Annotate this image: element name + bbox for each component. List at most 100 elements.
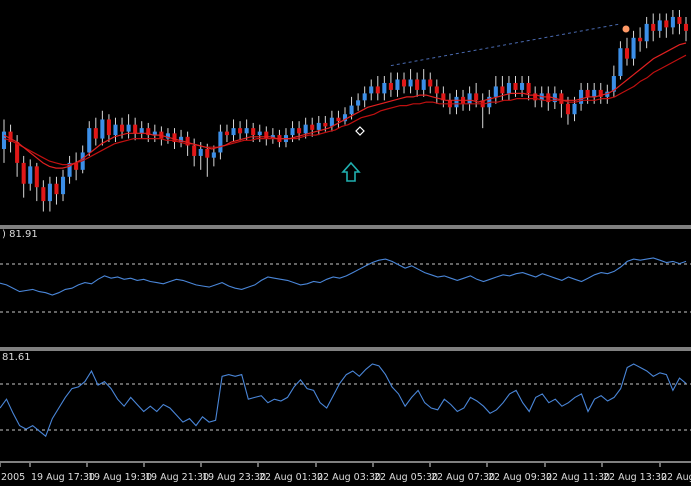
candle-body	[100, 119, 105, 139]
candle-body	[533, 93, 538, 101]
candle-body	[624, 48, 630, 59]
candle-body	[316, 122, 321, 130]
candle-body	[572, 103, 577, 115]
panel-separators	[0, 225, 691, 463]
time-axis-label: 22 Aug 11:30	[546, 472, 610, 483]
candle-body	[310, 124, 315, 130]
candle-body	[644, 23, 649, 42]
candle-body	[336, 117, 341, 122]
time-axis-label: 22 Aug 13:30	[603, 472, 667, 483]
candle-body	[618, 48, 623, 77]
candle-body	[683, 23, 689, 31]
time-axis: 2005 19 Aug 17:3019 Aug 19:3019 Aug 21:30…	[0, 463, 691, 483]
indicator2-panel	[0, 363, 691, 438]
time-axis-label: 19 Aug 19:30	[88, 472, 152, 483]
candle-body	[375, 86, 380, 94]
candle-body	[251, 128, 256, 136]
time-axis-label: 2005	[1, 472, 25, 483]
candle-body	[21, 162, 26, 184]
indicator1-panel	[0, 257, 691, 313]
candle-body	[323, 122, 328, 127]
candle-body	[638, 37, 643, 42]
candle-body	[28, 166, 33, 184]
candle-body	[1, 131, 7, 149]
candle-body	[415, 79, 420, 90]
candle-body	[631, 37, 636, 59]
candle-body	[670, 16, 675, 28]
moving-averages	[3, 42, 687, 169]
time-axis-label: 22 Aug 09:30	[488, 472, 552, 483]
candle-body	[559, 93, 564, 104]
candle-body	[369, 86, 374, 94]
candle-body	[93, 128, 98, 139]
candle-body	[677, 16, 682, 24]
candle-body	[264, 131, 269, 139]
candle-body	[565, 103, 570, 115]
candle-body	[520, 82, 525, 90]
candle-body	[408, 79, 413, 87]
candle-body	[395, 79, 400, 90]
candle-body	[592, 89, 597, 97]
candle-body	[290, 128, 295, 136]
candle-body	[41, 187, 46, 202]
candle-body	[382, 82, 387, 94]
candle-body	[493, 86, 498, 97]
candle-body	[474, 93, 479, 101]
candle-body	[139, 128, 144, 134]
candle-body	[664, 20, 669, 28]
candle-body	[651, 23, 656, 31]
candle-body	[467, 93, 472, 104]
candle-body	[388, 82, 393, 90]
moving-average-fast	[3, 42, 687, 169]
candle-body	[34, 166, 39, 188]
candle-body	[238, 128, 243, 134]
top-signal-marker-icon	[622, 25, 630, 33]
candle-body	[224, 131, 229, 136]
indicator2-label: 81.61	[2, 352, 31, 363]
candle-body	[362, 93, 367, 101]
trend-line	[390, 23, 621, 67]
candle-body	[113, 124, 118, 136]
candle-body	[428, 79, 433, 87]
candle-body	[60, 176, 66, 195]
candle-body	[454, 96, 459, 108]
candle-body	[500, 86, 505, 94]
time-axis-label: 19 Aug 17:30	[31, 472, 95, 483]
candle-body	[349, 105, 354, 115]
time-axis-label: 19 Aug 23:30	[202, 472, 266, 483]
up-arrow-icon	[341, 161, 361, 182]
candle-body	[434, 86, 439, 94]
candle-body	[244, 128, 249, 134]
time-axis-label: 22 Aug 07:30	[431, 472, 495, 483]
candle-body	[401, 79, 407, 87]
candle-body	[133, 124, 138, 134]
candle-body	[297, 128, 302, 134]
candle-body	[87, 128, 92, 153]
candle-body	[47, 183, 52, 202]
trend-line-dashed	[390, 23, 621, 67]
candle-body	[54, 183, 59, 195]
price-chart: 2005 19 Aug 17:3019 Aug 19:3019 Aug 21:30…	[0, 10, 691, 483]
time-axis-label: 19 Aug 21:30	[145, 472, 209, 483]
candle-body	[526, 82, 531, 94]
candles	[1, 10, 689, 212]
indicator2-line	[0, 363, 687, 438]
candle-body	[303, 124, 308, 134]
candle-body	[421, 79, 426, 90]
candle-body	[198, 148, 203, 156]
candle-body	[126, 124, 131, 132]
candle-body	[231, 128, 236, 136]
candle-body	[218, 131, 223, 153]
time-axis-label: 22 Aug 05:30	[374, 472, 438, 483]
candle-body	[657, 20, 662, 31]
candle-body	[106, 119, 111, 136]
candle-body	[257, 131, 262, 136]
chart-window: 2005 19 Aug 17:30 19 Aug 19:30 19 Aug 21:30…	[0, 0, 691, 486]
candle-body	[506, 82, 511, 94]
candle-body	[356, 100, 361, 106]
candle-body	[585, 89, 590, 97]
diamond-marker-icon	[355, 126, 365, 136]
candle-body	[192, 145, 197, 156]
candle-body	[205, 148, 210, 158]
time-axis-label: 22 Aug 03:30	[317, 472, 381, 483]
